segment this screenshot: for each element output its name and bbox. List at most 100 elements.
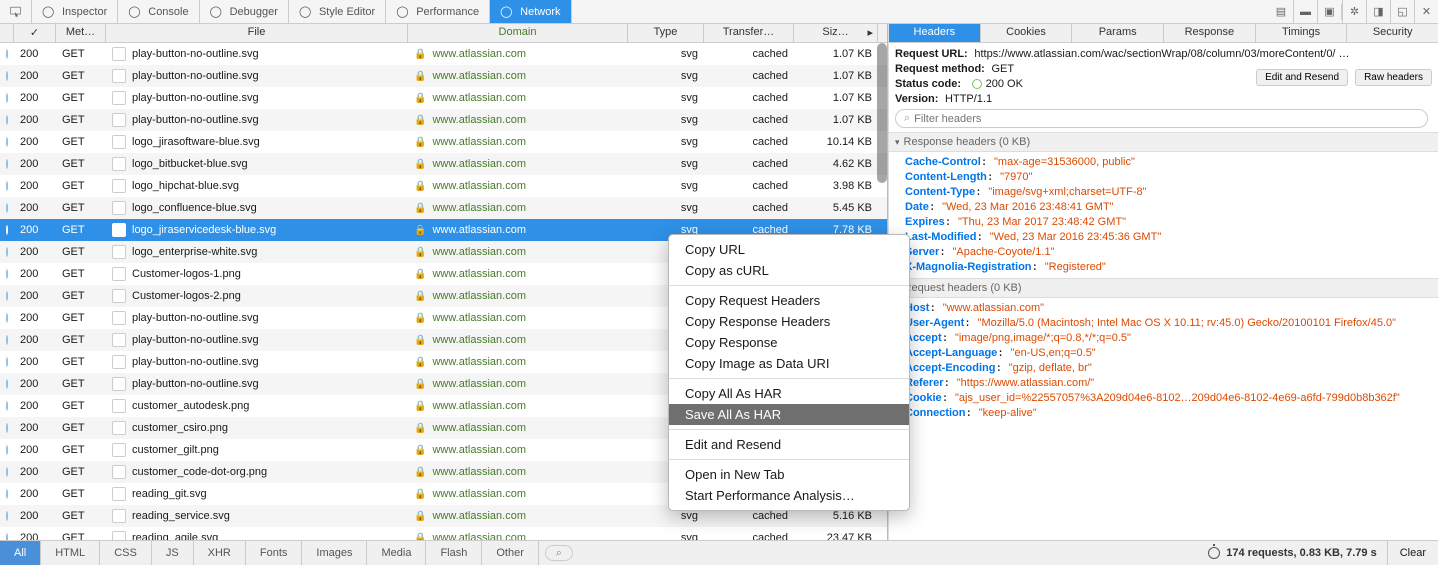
lock-icon: 🔒 — [414, 115, 426, 126]
menu-item-edit-and-resend[interactable]: Edit and Resend — [669, 434, 909, 455]
status-circle-icon — [6, 115, 8, 125]
split-console-button[interactable]: ▤ — [1269, 0, 1293, 23]
col-type[interactable]: Type — [628, 24, 704, 42]
context-menu: Copy URLCopy as cURL Copy Request Headers… — [668, 234, 910, 511]
header-line: Date: "Wed, 23 Mar 2016 23:48:41 GMT" — [895, 199, 1432, 214]
filter-headers-box[interactable]: ⌕ — [895, 109, 1428, 128]
col-method[interactable]: Met… — [56, 24, 106, 42]
filter-html[interactable]: HTML — [41, 541, 100, 565]
header-line: Content-Type: "image/svg+xml;charset=UTF… — [895, 184, 1432, 199]
table-row[interactable]: 200GETplay-button-no-outline.svg🔒www.atl… — [0, 109, 887, 131]
col-domain[interactable]: Domain — [408, 24, 628, 42]
filter-images[interactable]: Images — [302, 541, 367, 565]
pick-element-button[interactable] — [0, 0, 32, 23]
file-icon — [112, 421, 126, 435]
status-code: 200 OK — [986, 78, 1023, 90]
filter-media[interactable]: Media — [367, 541, 426, 565]
screenshot-button[interactable]: ▣ — [1317, 0, 1341, 23]
details-tab-cookies[interactable]: Cookies — [981, 24, 1073, 42]
tab-console[interactable]: ◯Console — [118, 0, 199, 23]
edit-resend-button[interactable]: Edit and Resend — [1256, 69, 1348, 86]
menu-item-start-performance-analysis-[interactable]: Start Performance Analysis… — [669, 485, 909, 506]
file-icon — [112, 91, 126, 105]
lock-icon: 🔒 — [414, 159, 426, 170]
request-headers-section[interactable]: Request headers (0 KB) — [889, 278, 1438, 298]
details-tabs: HeadersCookiesParamsResponseTimingsSecur… — [889, 24, 1438, 43]
menu-item-copy-image-as-data-uri[interactable]: Copy Image as Data URI — [669, 353, 909, 374]
col-size[interactable]: Siz… ▸ — [794, 24, 878, 42]
tab-style-editor[interactable]: ◯Style Editor — [289, 0, 386, 23]
raw-headers-button[interactable]: Raw headers — [1355, 69, 1432, 86]
console-icon: ◯ — [128, 5, 142, 19]
details-tab-response[interactable]: Response — [1164, 24, 1256, 42]
table-row[interactable]: 200GETlogo_confluence-blue.svg🔒www.atlas… — [0, 197, 887, 219]
status-circle-icon — [6, 291, 8, 301]
tab-performance[interactable]: ◯Performance — [386, 0, 490, 23]
menu-item-copy-as-curl[interactable]: Copy as cURL — [669, 260, 909, 281]
filter-other[interactable]: Other — [482, 541, 539, 565]
response-headers-section[interactable]: Response headers (0 KB) — [889, 132, 1438, 152]
responsive-design-button[interactable]: ▬ — [1293, 0, 1317, 23]
lock-icon: 🔒 — [414, 533, 426, 540]
dock-window-button[interactable]: ◱ — [1390, 0, 1414, 23]
version-label: Version: — [895, 93, 938, 105]
file-icon — [112, 355, 126, 369]
table-row[interactable]: 200GETlogo_bitbucket-blue.svg🔒www.atlass… — [0, 153, 887, 175]
menu-separator — [669, 378, 909, 379]
tab-network[interactable]: ◯Network — [490, 0, 571, 23]
tab-inspector[interactable]: ◯Inspector — [32, 0, 118, 23]
filter-fonts[interactable]: Fonts — [246, 541, 303, 565]
dock-side-button[interactable]: ◨ — [1366, 0, 1390, 23]
menu-item-copy-response-headers[interactable]: Copy Response Headers — [669, 311, 909, 332]
col-file[interactable]: File — [106, 24, 408, 42]
table-row[interactable]: 200GETplay-button-no-outline.svg🔒www.atl… — [0, 65, 887, 87]
filter-search-button[interactable]: ⌕ — [545, 545, 573, 561]
menu-item-save-all-as-har[interactable]: Save All As HAR — [669, 404, 909, 425]
menu-item-copy-response[interactable]: Copy Response — [669, 332, 909, 353]
menu-item-copy-url[interactable]: Copy URL — [669, 239, 909, 260]
table-row[interactable]: 200GETplay-button-no-outline.svg🔒www.atl… — [0, 87, 887, 109]
filter-xhr[interactable]: XHR — [194, 541, 246, 565]
status-circle-icon — [6, 511, 8, 521]
details-tab-security[interactable]: Security — [1347, 24, 1438, 42]
footer: AllHTMLCSSJSXHRFontsImagesMediaFlashOthe… — [0, 540, 1438, 565]
close-button[interactable]: ✕ — [1414, 0, 1438, 23]
header-line: Expires: "Thu, 23 Mar 2017 23:48:42 GMT" — [895, 214, 1432, 229]
col-status[interactable]: ✓ — [14, 24, 56, 42]
scrollbar[interactable] — [877, 43, 887, 183]
filter-js[interactable]: JS — [152, 541, 194, 565]
table-row[interactable]: 200GETlogo_hipchat-blue.svg🔒www.atlassia… — [0, 175, 887, 197]
performance-icon: ◯ — [396, 5, 410, 19]
status-circle-icon — [6, 313, 8, 323]
status-circle-icon — [6, 203, 8, 213]
filter-flash[interactable]: Flash — [426, 541, 482, 565]
status-circle-icon — [6, 357, 8, 367]
filter-all[interactable]: All — [0, 541, 41, 565]
devtools-toolbar: ◯Inspector◯Console◯Debugger◯Style Editor… — [0, 0, 1438, 24]
file-icon — [112, 399, 126, 413]
menu-item-open-in-new-tab[interactable]: Open in New Tab — [669, 464, 909, 485]
col-status-indicator[interactable] — [0, 24, 14, 42]
table-row[interactable]: 200GETplay-button-no-outline.svg🔒www.atl… — [0, 43, 887, 65]
filter-headers-input[interactable] — [914, 113, 1419, 125]
lock-icon: 🔒 — [414, 379, 426, 390]
clear-button[interactable]: Clear — [1387, 541, 1438, 565]
lock-icon: 🔒 — [414, 225, 426, 236]
lock-icon: 🔒 — [414, 203, 426, 214]
table-row[interactable]: 200GETlogo_jirasoftware-blue.svg🔒www.atl… — [0, 131, 887, 153]
filter-css[interactable]: CSS — [100, 541, 152, 565]
details-tab-timings[interactable]: Timings — [1256, 24, 1348, 42]
file-icon — [112, 201, 126, 215]
status-circle-icon — [6, 467, 8, 477]
menu-separator — [669, 429, 909, 430]
menu-item-copy-request-headers[interactable]: Copy Request Headers — [669, 290, 909, 311]
lock-icon: 🔒 — [414, 489, 426, 500]
table-row[interactable]: 200GETreading_agile.svg🔒www.atlassian.co… — [0, 527, 887, 540]
col-transfer[interactable]: Transfer… — [704, 24, 794, 42]
settings-button[interactable]: ✲ — [1342, 0, 1366, 23]
details-tab-params[interactable]: Params — [1072, 24, 1164, 42]
tab-debugger[interactable]: ◯Debugger — [200, 0, 289, 23]
details-tab-headers[interactable]: Headers — [889, 24, 981, 42]
file-icon — [112, 113, 126, 127]
menu-item-copy-all-as-har[interactable]: Copy All As HAR — [669, 383, 909, 404]
